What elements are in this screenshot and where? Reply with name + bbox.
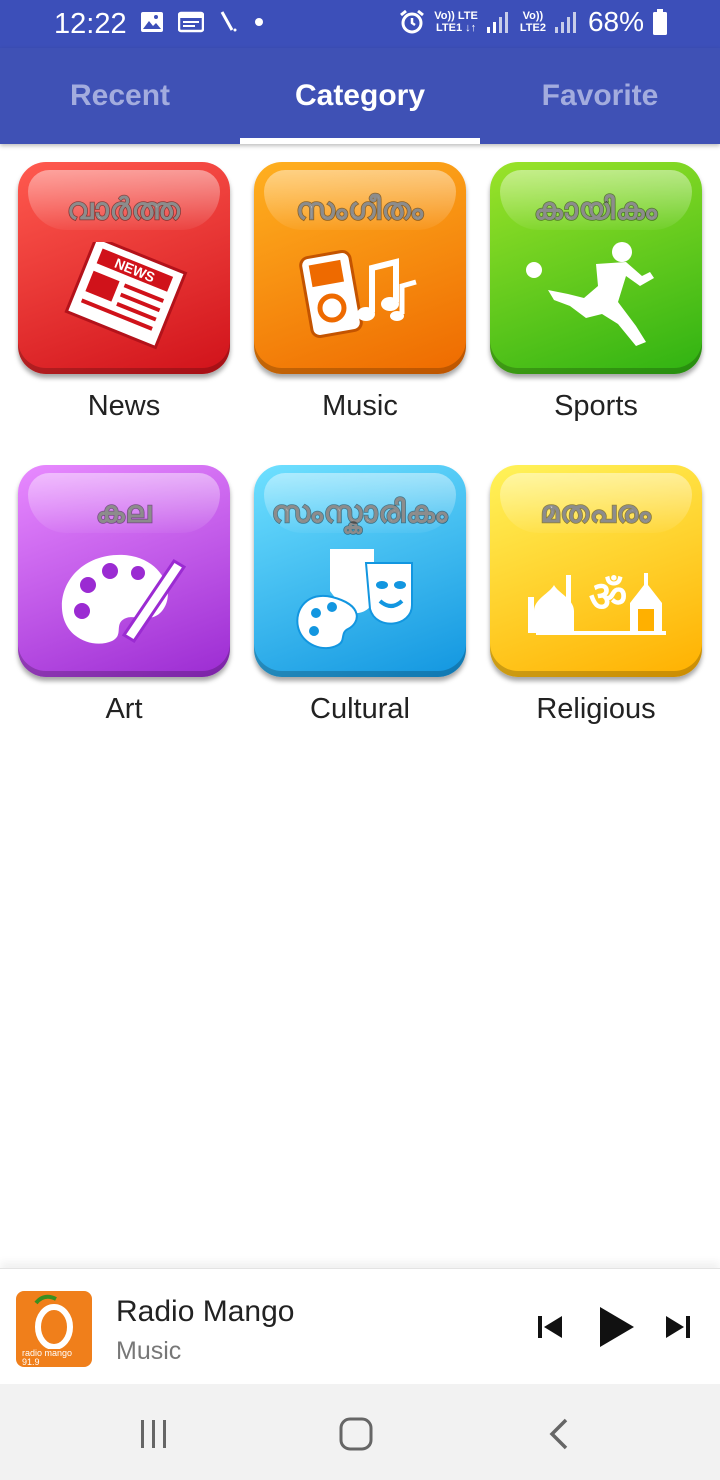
category-label: News	[87, 390, 161, 422]
signal-icon-1	[486, 12, 508, 33]
slash-icon	[220, 11, 237, 32]
station-logo-text: radio mango 91.9	[22, 1348, 73, 1367]
category-label: Art	[105, 693, 143, 725]
category-news[interactable]: വാർത്ത NEWS News	[0, 144, 236, 434]
tile-script-text: കായികം	[533, 191, 658, 228]
play-button[interactable]	[588, 1299, 644, 1355]
category-sports[interactable]: കായികം Sports	[472, 144, 708, 434]
sports-tile[interactable]: കായികം	[490, 162, 702, 374]
sim1-label: Vo)) LTE LTE1 ↓↑	[434, 10, 478, 34]
battery-icon	[653, 9, 667, 35]
mini-player[interactable]: radio mango 91.9 Radio Mango Music	[0, 1268, 720, 1384]
home-icon	[339, 1417, 373, 1451]
system-nav-bar	[0, 1384, 720, 1480]
theatre-masks-icon	[296, 549, 413, 650]
tile-script-text: സംസ്കാരികം	[271, 494, 449, 531]
recent-apps-button[interactable]	[124, 1412, 184, 1456]
sim2-label: Vo)) LTE2	[519, 10, 546, 34]
play-icon	[600, 1307, 634, 1347]
notification-icons	[140, 10, 266, 34]
category-label: Cultural	[310, 693, 410, 725]
art-tile[interactable]: കല	[18, 465, 230, 677]
recent-apps-icon	[141, 1420, 166, 1448]
skip-next-icon	[666, 1316, 690, 1338]
category-label: Music	[322, 390, 398, 422]
tab-recent[interactable]: Recent	[0, 48, 240, 144]
player-title: Radio Mango	[116, 1295, 295, 1328]
tile-script-text: സംഗീതം	[295, 191, 424, 228]
status-indicators: Vo)) LTE LTE1 ↓↑ Vo)) LTE2 68%	[398, 6, 668, 38]
tile-script-text: കല	[95, 494, 153, 531]
back-button[interactable]	[528, 1412, 588, 1456]
status-time: 12:22	[54, 8, 127, 40]
next-button[interactable]	[650, 1299, 706, 1355]
calendar-icon	[178, 11, 204, 33]
category-art[interactable]: കല Art	[0, 447, 236, 737]
paint-palette-icon	[61, 554, 187, 644]
alarm-icon	[400, 9, 425, 34]
tab-bar: Recent Category Favorite	[0, 48, 720, 144]
skip-previous-icon	[538, 1316, 562, 1338]
dot-icon	[255, 18, 263, 26]
football-player-icon	[526, 242, 654, 346]
worship-buildings-icon: ॐ	[528, 572, 666, 635]
religious-tile[interactable]: മതപരം ॐ	[490, 465, 702, 677]
home-button[interactable]	[326, 1412, 386, 1456]
tab-category[interactable]: Category	[240, 48, 480, 144]
cultural-tile[interactable]: സംസ്കാരികം	[254, 465, 466, 677]
tile-script-text: മതപരം	[540, 494, 652, 531]
category-label: Sports	[554, 390, 638, 422]
category-label: Religious	[536, 693, 656, 725]
tab-favorite[interactable]: Favorite	[480, 48, 720, 144]
category-music[interactable]: സംഗീതം Music	[236, 144, 472, 434]
music-player-icon	[299, 250, 417, 338]
signal-icon-2	[554, 12, 576, 33]
category-cultural[interactable]: സംസ്കാരികം Cultural	[236, 447, 472, 737]
battery-percent: 68%	[587, 6, 644, 37]
player-subtitle: Music	[116, 1337, 182, 1365]
image-icon	[141, 12, 163, 32]
newspaper-icon: NEWS	[64, 242, 188, 350]
category-religious[interactable]: മതപരം ॐ Religious	[472, 447, 708, 737]
news-tile[interactable]: വാർത്ത NEWS	[18, 162, 230, 374]
previous-button[interactable]	[522, 1299, 578, 1355]
back-icon	[549, 1418, 568, 1450]
svg-text:ॐ: ॐ	[589, 572, 627, 621]
station-logo: radio mango 91.9	[16, 1291, 92, 1367]
status-bar: 12:22 Vo)) LTE LTE1 ↓↑ Vo)) LTE2 68%	[0, 0, 720, 48]
tile-script-text: വാർത്ത	[66, 191, 181, 228]
music-tile[interactable]: സംഗീതം	[254, 162, 466, 374]
